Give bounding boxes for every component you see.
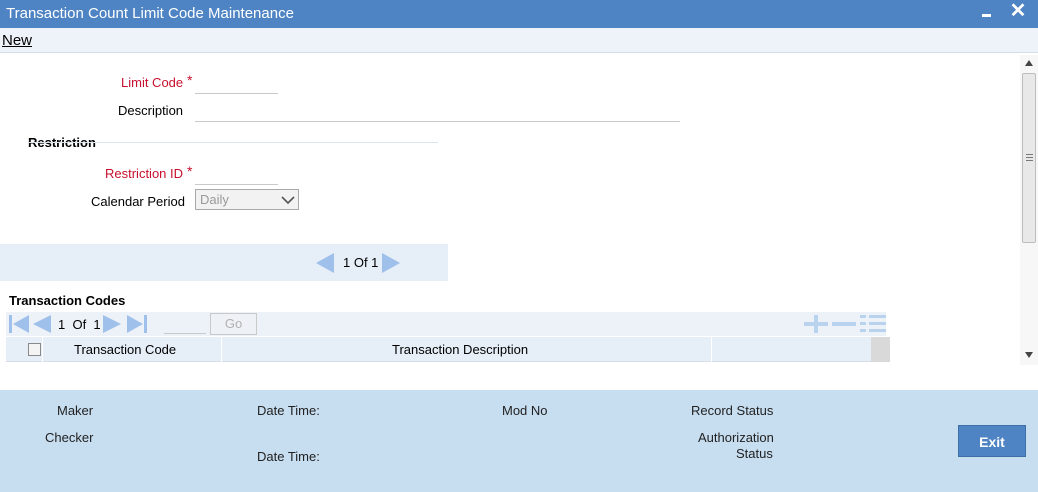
required-marker: * xyxy=(187,72,193,88)
limit-code-input[interactable] xyxy=(195,93,278,94)
vertical-scrollbar[interactable] xyxy=(1020,55,1038,365)
title-bar: Transaction Count Limit Code Maintenance… xyxy=(0,0,1038,28)
go-button[interactable]: Go xyxy=(210,313,257,335)
restriction-page-indicator: 1 Of 1 xyxy=(343,255,379,270)
section-divider xyxy=(28,142,438,143)
column-separator xyxy=(42,337,43,362)
restriction-id-input[interactable] xyxy=(195,184,278,185)
scrollbar-thumb[interactable] xyxy=(1022,73,1036,243)
grid-page-indicator: 1 Of 1 xyxy=(58,317,101,332)
authorization-status-label-line2: Status xyxy=(736,446,773,461)
calendar-period-value: Daily xyxy=(200,192,229,207)
checker-date-time-label: Date Time: xyxy=(257,449,320,464)
next-page-icon[interactable] xyxy=(102,314,122,334)
previous-page-icon[interactable] xyxy=(32,314,52,334)
transaction-codes-title: Transaction Codes xyxy=(9,293,126,308)
scroll-up-icon[interactable] xyxy=(1025,60,1033,66)
minimize-icon[interactable] xyxy=(980,4,994,22)
restriction-id-label: Restriction ID xyxy=(105,166,184,181)
restriction-pager: 1 Of 1 xyxy=(0,244,448,281)
single-view-icon[interactable] xyxy=(860,314,886,334)
exit-button[interactable]: Exit xyxy=(958,425,1026,457)
grid-header-endcap xyxy=(871,337,890,362)
maker-label: Maker xyxy=(57,403,94,418)
description-input[interactable] xyxy=(195,121,680,122)
required-marker: * xyxy=(187,163,193,179)
authorization-status-label: Authorization xyxy=(698,430,774,445)
calendar-period-label: Calendar Period xyxy=(91,194,185,209)
column-header-transaction-code[interactable]: Transaction Code xyxy=(74,342,176,357)
previous-arrow-icon[interactable] xyxy=(314,252,336,274)
column-separator xyxy=(711,337,712,362)
form-content: Limit Code * Description Restriction Res… xyxy=(0,53,1020,390)
window-title: Transaction Count Limit Code Maintenance xyxy=(6,5,294,22)
grip-icon xyxy=(1026,154,1033,161)
description-label: Description xyxy=(118,103,184,118)
page-number-input[interactable] xyxy=(164,315,206,334)
limit-code-label: Limit Code xyxy=(121,75,184,90)
last-page-icon[interactable] xyxy=(126,314,148,334)
maker-date-time-label: Date Time: xyxy=(257,403,320,418)
checker-label: Checker xyxy=(45,430,94,445)
new-link[interactable]: New xyxy=(2,32,32,49)
record-status-label: Record Status xyxy=(691,403,774,418)
scroll-down-icon[interactable] xyxy=(1025,352,1033,358)
add-row-icon[interactable] xyxy=(804,315,828,333)
mod-no-label: Mod No xyxy=(502,403,548,418)
next-arrow-icon[interactable] xyxy=(380,252,402,274)
delete-row-icon[interactable] xyxy=(832,315,856,333)
close-icon[interactable]: ✕ xyxy=(1008,0,1028,22)
column-header-transaction-description[interactable]: Transaction Description xyxy=(392,342,528,357)
select-all-checkbox[interactable] xyxy=(28,343,41,356)
calendar-period-select[interactable]: Daily xyxy=(195,189,299,210)
first-page-icon[interactable] xyxy=(8,314,30,334)
grid-toolbar: 1 Of 1 Go xyxy=(6,312,886,336)
chevron-down-icon xyxy=(281,196,295,205)
audit-footer: Maker Checker Date Time: Date Time: Mod … xyxy=(0,390,1038,492)
grid-header: Transaction Code Transaction Description xyxy=(6,337,890,362)
menu-bar: New xyxy=(0,28,1038,53)
column-separator xyxy=(221,337,222,362)
